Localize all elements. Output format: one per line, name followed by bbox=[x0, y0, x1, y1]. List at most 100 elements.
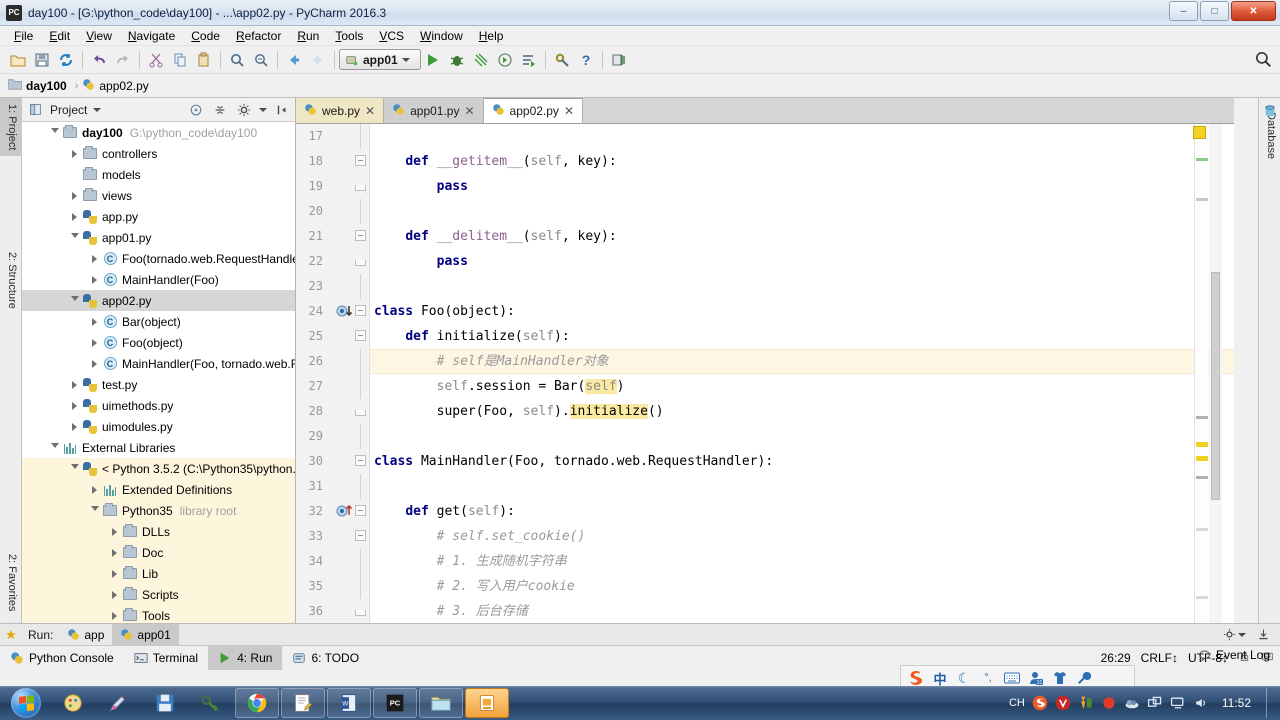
code-line[interactable]: pass bbox=[370, 174, 1234, 199]
editor-tab-web-py[interactable]: web.py ✕ bbox=[296, 98, 385, 123]
run-tab-app[interactable]: app bbox=[59, 624, 112, 645]
run-configuration-selector[interactable]: app01 bbox=[339, 49, 421, 70]
tools-icon[interactable] bbox=[1078, 695, 1094, 711]
minimize-button[interactable]: – bbox=[1169, 1, 1198, 21]
editor-gutter[interactable]: 17 18 19 20 21 22 23 24 25 26 27 28 29 30 31 32 33 34 35 36 bbox=[296, 124, 370, 638]
menu-item-help[interactable]: Help bbox=[471, 27, 512, 45]
gear-icon[interactable] bbox=[235, 101, 253, 119]
punctuation-icon[interactable]: °, bbox=[979, 669, 997, 687]
tree-item[interactable]: uimodules.py bbox=[22, 416, 295, 437]
chevron-right-icon[interactable] bbox=[68, 143, 81, 164]
code-line[interactable] bbox=[370, 424, 1234, 449]
code-editor[interactable]: 17 18 19 20 21 22 23 24 25 26 27 28 29 30 31 32 33 34 35 36… bbox=[296, 124, 1234, 638]
code-line[interactable]: # 1. 生成随机字符串 bbox=[370, 549, 1234, 574]
chevron-right-icon[interactable] bbox=[88, 332, 101, 353]
run-icon[interactable] bbox=[421, 49, 445, 71]
coverage-icon[interactable] bbox=[469, 49, 493, 71]
chevron-right-icon[interactable] bbox=[108, 542, 121, 563]
chevron-right-icon[interactable] bbox=[108, 563, 121, 584]
gutter-row[interactable]: 21 bbox=[296, 224, 369, 249]
user-icon[interactable]: 31 bbox=[1027, 669, 1045, 687]
chevron-down-icon[interactable] bbox=[48, 437, 61, 458]
tree-item[interactable]: day100 G:\python_code\day100 bbox=[22, 122, 295, 143]
project-tree[interactable]: day100 G:\python_code\day100 controllers mo… bbox=[22, 122, 295, 638]
open-folder-icon[interactable] bbox=[6, 49, 30, 71]
editor-tab-app01-py[interactable]: app01.py ✕ bbox=[384, 98, 484, 123]
chevron-right-icon[interactable] bbox=[108, 584, 121, 605]
gutter-row[interactable]: 32 bbox=[296, 499, 369, 524]
hide-panel-icon[interactable] bbox=[273, 101, 291, 119]
settings-icon[interactable] bbox=[550, 49, 574, 71]
editor-marker-bar[interactable] bbox=[1194, 124, 1208, 638]
chevron-down-icon[interactable] bbox=[88, 500, 101, 521]
sidebar-item-favorites[interactable]: 2: Favorites bbox=[0, 548, 22, 617]
chevron-right-icon[interactable] bbox=[88, 248, 101, 269]
gutter-row[interactable]: 33 bbox=[296, 524, 369, 549]
debug-icon[interactable] bbox=[445, 49, 469, 71]
chevron-right-icon[interactable] bbox=[108, 521, 121, 542]
fold-collapse-icon[interactable] bbox=[355, 505, 366, 516]
menu-item-file[interactable]: File bbox=[6, 27, 41, 45]
menu-item-tools[interactable]: Tools bbox=[327, 27, 371, 45]
chevron-right-icon[interactable] bbox=[68, 374, 81, 395]
menu-item-refactor[interactable]: Refactor bbox=[228, 27, 289, 45]
taskbar-clock[interactable]: 11:52 bbox=[1216, 696, 1257, 710]
cloud-icon[interactable] bbox=[1124, 695, 1140, 711]
caret-position[interactable]: 26:29 bbox=[1101, 651, 1131, 665]
tree-item[interactable]: Doc bbox=[22, 542, 295, 563]
code-line[interactable] bbox=[370, 474, 1234, 499]
copy-icon[interactable] bbox=[168, 49, 192, 71]
tree-item[interactable]: models bbox=[22, 164, 295, 185]
gutter-row[interactable]: 30 bbox=[296, 449, 369, 474]
gutter-row[interactable]: 22 bbox=[296, 249, 369, 274]
tree-item[interactable]: app01.py bbox=[22, 227, 295, 248]
help-icon[interactable]: ? bbox=[574, 49, 598, 71]
tree-item[interactable]: Lib bbox=[22, 563, 295, 584]
code-line[interactable]: self.session = Bar(self) bbox=[370, 374, 1234, 399]
fold-collapse-icon[interactable] bbox=[355, 330, 366, 341]
code-line[interactable]: def initialize(self): bbox=[370, 324, 1234, 349]
run-tab-app01[interactable]: app01 bbox=[112, 624, 179, 645]
code-line[interactable]: super(Foo, self).initialize() bbox=[370, 399, 1234, 424]
taskbar-media-active[interactable] bbox=[465, 688, 509, 718]
status-python-console[interactable]: Python Console bbox=[0, 646, 124, 670]
tree-item[interactable]: controllers bbox=[22, 143, 295, 164]
breadcrumb-item-day100[interactable]: day100 bbox=[7, 78, 71, 93]
code-line[interactable]: def __getitem__(self, key): bbox=[370, 149, 1234, 174]
chevron-down-icon[interactable] bbox=[93, 107, 102, 112]
chevron-down-icon[interactable] bbox=[1238, 632, 1246, 637]
fold-end-marker[interactable] bbox=[355, 610, 366, 616]
tree-item[interactable]: C Foo(object) bbox=[22, 332, 295, 353]
cut-icon[interactable] bbox=[144, 49, 168, 71]
volume-icon[interactable] bbox=[1193, 695, 1209, 711]
language-indicator[interactable]: CH bbox=[1009, 695, 1025, 711]
redo-icon[interactable] bbox=[111, 49, 135, 71]
gutter-row[interactable]: 28 bbox=[296, 399, 369, 424]
code-line[interactable]: # self.set_cookie() bbox=[370, 524, 1234, 549]
chevron-down-icon[interactable] bbox=[48, 122, 61, 143]
gutter-row[interactable]: 18 bbox=[296, 149, 369, 174]
tree-item[interactable]: C MainHandler(Foo, tornado.web.R bbox=[22, 353, 295, 374]
chevron-down-icon[interactable] bbox=[68, 458, 81, 479]
status-terminal[interactable]: Terminal bbox=[124, 646, 208, 670]
chevron-right-icon[interactable] bbox=[68, 395, 81, 416]
tree-item[interactable]: app.py bbox=[22, 206, 295, 227]
fold-collapse-icon[interactable] bbox=[355, 455, 366, 466]
tree-item[interactable]: External Libraries bbox=[22, 437, 295, 458]
menu-item-window[interactable]: Window bbox=[412, 27, 471, 45]
close-button[interactable]: ✕ bbox=[1231, 1, 1276, 21]
gutter-row[interactable]: 26 bbox=[296, 349, 369, 374]
menu-item-view[interactable]: View bbox=[78, 27, 120, 45]
overriding-method-icon[interactable] bbox=[336, 503, 354, 521]
paste-icon[interactable] bbox=[192, 49, 216, 71]
chevron-right-icon[interactable] bbox=[88, 269, 101, 290]
gutter-row[interactable]: 24 bbox=[296, 299, 369, 324]
chevron-right-icon[interactable] bbox=[68, 185, 81, 206]
fold-end-marker[interactable] bbox=[355, 185, 366, 191]
skin-icon[interactable] bbox=[1051, 669, 1069, 687]
menu-item-edit[interactable]: Edit bbox=[41, 27, 78, 45]
chevron-right-icon[interactable] bbox=[68, 416, 81, 437]
close-icon[interactable]: ✕ bbox=[564, 105, 574, 117]
chevron-right-icon[interactable] bbox=[88, 479, 101, 500]
tree-item[interactable]: Python35 library root bbox=[22, 500, 295, 521]
